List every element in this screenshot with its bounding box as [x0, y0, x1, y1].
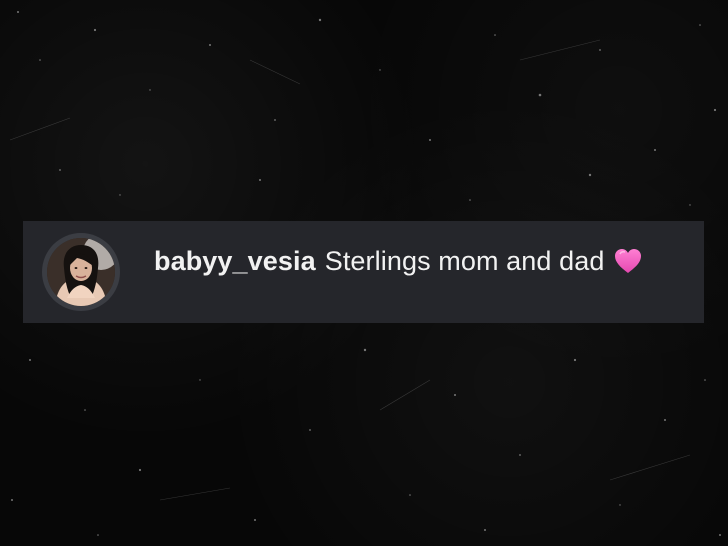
pink-heart-icon	[613, 247, 643, 275]
screenshot-frame: babyy_vesia Sterlings mom and dad	[0, 0, 728, 546]
comment-text: babyy_vesia Sterlings mom and dad	[154, 241, 643, 281]
avatar[interactable]	[47, 238, 115, 306]
avatar-photo-icon	[47, 238, 115, 306]
avatar-ring[interactable]	[42, 233, 120, 311]
username-link[interactable]: babyy_vesia	[154, 246, 316, 277]
comment-message: Sterlings mom and dad	[324, 245, 605, 276]
comment-bar: babyy_vesia Sterlings mom and dad	[23, 221, 704, 323]
